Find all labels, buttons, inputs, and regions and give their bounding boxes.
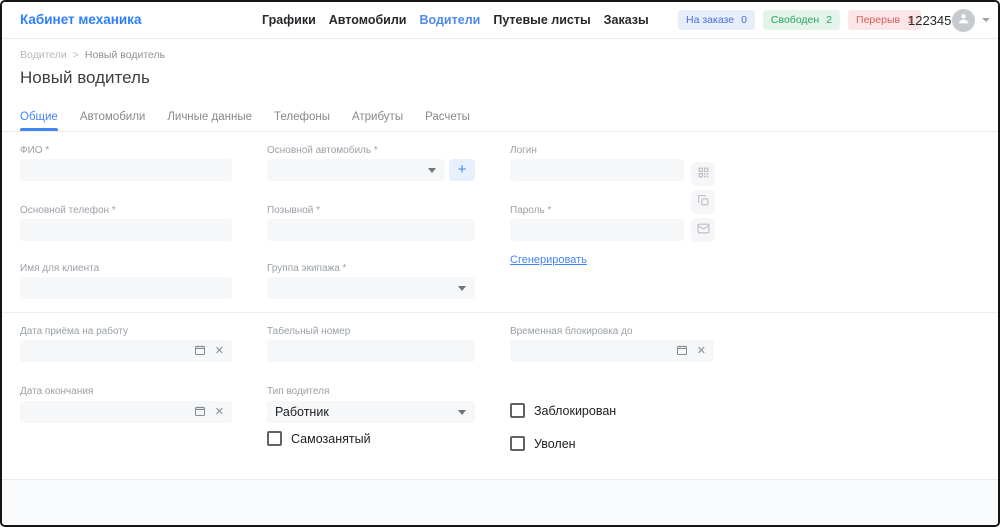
breadcrumb-current: Новый водитель	[85, 49, 165, 61]
badge-break-label: Перерыв	[856, 14, 900, 26]
footer-bar: Отмена Сохранить	[2, 479, 998, 525]
chevron-down-icon	[458, 410, 466, 415]
main-car-select[interactable]	[267, 159, 445, 181]
checkbox-icon	[510, 403, 525, 418]
mail-icon	[697, 222, 710, 238]
checkbox-icon	[510, 436, 525, 451]
main-nav: Графики Автомобили Водители Путевые лист…	[262, 2, 649, 38]
temp-block-date-input[interactable]: ✕	[510, 340, 714, 362]
password-label: Пароль *	[510, 205, 714, 216]
breadcrumb-drivers[interactable]: Водители	[20, 49, 67, 61]
nav-item-orders[interactable]: Заказы	[604, 13, 649, 27]
tab-calculations[interactable]: Расчеты	[425, 103, 470, 131]
client-name-label: Имя для клиента	[20, 263, 232, 274]
hire-date-label: Дата приёма на работу	[20, 326, 232, 337]
main-phone-label: Основной телефон *	[20, 205, 232, 216]
tab-general[interactable]: Общие	[20, 103, 58, 131]
personnel-number-label: Табельный номер	[267, 326, 475, 337]
user-id: 122345	[908, 13, 951, 28]
fired-checkbox[interactable]: Уволен	[510, 436, 576, 451]
driver-type-select[interactable]: Работник	[267, 401, 475, 423]
login-label: Логин	[510, 145, 714, 156]
tab-cars[interactable]: Автомобили	[80, 103, 146, 131]
avatar[interactable]	[952, 9, 975, 32]
crew-group-label: Группа экипажа *	[267, 263, 475, 274]
login-input[interactable]	[510, 159, 684, 181]
badge-on-order-count: 0	[741, 14, 747, 26]
app-window: Кабинет механика Графики Автомобили Води…	[0, 0, 1000, 527]
main-phone-input[interactable]	[20, 219, 232, 241]
client-name-input[interactable]	[20, 277, 232, 299]
chevron-down-icon	[428, 168, 436, 173]
generate-password-link[interactable]: Сгенерировать	[510, 254, 587, 266]
calendar-icon[interactable]	[676, 344, 688, 359]
calendar-icon[interactable]	[194, 405, 206, 420]
add-car-button[interactable]: +	[449, 159, 475, 181]
badge-on-order[interactable]: На заказе 0	[678, 10, 755, 30]
end-date-input[interactable]: ✕	[20, 401, 232, 423]
driver-type-label: Тип водителя	[267, 386, 475, 397]
badge-on-order-label: На заказе	[686, 14, 734, 26]
fired-checkbox-label: Уволен	[534, 437, 576, 451]
nav-item-cars[interactable]: Автомобили	[329, 13, 407, 27]
callsign-input[interactable]	[267, 219, 475, 241]
crew-group-select[interactable]	[267, 277, 475, 299]
clear-icon[interactable]: ✕	[215, 407, 224, 418]
blocked-checkbox-label: Заблокирован	[534, 404, 616, 418]
calendar-icon[interactable]	[194, 344, 206, 359]
end-date-label: Дата окончания	[20, 386, 232, 397]
section-divider	[2, 312, 998, 313]
qr-code-icon	[697, 166, 710, 182]
top-bar: Кабинет механика Графики Автомобили Води…	[2, 2, 998, 39]
checkbox-icon	[267, 431, 282, 446]
badge-free-count: 2	[826, 14, 832, 26]
brand-link[interactable]: Кабинет механика	[20, 2, 141, 38]
clear-icon[interactable]: ✕	[215, 346, 224, 357]
personnel-number-input[interactable]	[267, 340, 475, 362]
main-car-label: Основной автомобиль *	[267, 145, 475, 156]
driver-status-badges: На заказе 0 Свободен 2 Перерыв 1	[678, 10, 921, 30]
breadcrumb-separator: >	[73, 49, 79, 61]
tab-phones[interactable]: Телефоны	[274, 103, 330, 131]
breadcrumb: Водители > Новый водитель	[20, 49, 165, 61]
tab-personal-data[interactable]: Личные данные	[167, 103, 252, 131]
badge-free-label: Свободен	[771, 14, 819, 26]
page-title: Новый водитель	[20, 68, 150, 88]
blocked-checkbox[interactable]: Заблокирован	[510, 403, 616, 418]
tab-attributes[interactable]: Атрибуты	[352, 103, 403, 131]
send-mail-button[interactable]	[691, 218, 715, 242]
hire-date-input[interactable]: ✕	[20, 340, 232, 362]
nav-item-graphics[interactable]: Графики	[262, 13, 316, 27]
self-employed-checkbox[interactable]: Самозанятый	[267, 431, 371, 446]
chevron-down-icon	[458, 286, 466, 291]
tab-bar: Общие Автомобили Личные данные Телефоны …	[2, 103, 998, 132]
password-input[interactable]	[510, 219, 684, 241]
fio-input[interactable]	[20, 159, 232, 181]
nav-item-drivers[interactable]: Водители	[420, 13, 481, 27]
self-employed-checkbox-label: Самозанятый	[291, 432, 371, 446]
driver-type-value: Работник	[275, 405, 329, 419]
fio-label: ФИО *	[20, 145, 232, 156]
nav-item-waybills[interactable]: Путевые листы	[493, 13, 590, 27]
clear-icon[interactable]: ✕	[697, 346, 706, 357]
badge-free[interactable]: Свободен 2	[763, 10, 840, 30]
qr-code-button[interactable]	[691, 162, 715, 186]
user-menu-caret-icon[interactable]	[982, 18, 990, 22]
person-icon	[957, 12, 970, 30]
temp-block-label: Временная блокировка до	[510, 326, 714, 337]
callsign-label: Позывной *	[267, 205, 475, 216]
